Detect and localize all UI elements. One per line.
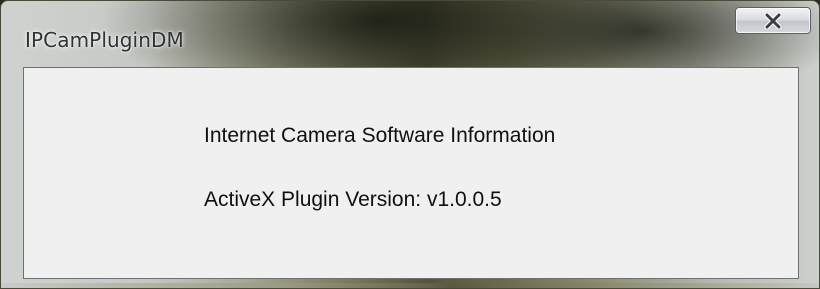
window-title: IPCamPluginDM [25, 28, 184, 52]
plugin-version-text: ActiveX Plugin Version: v1.0.0.5 [204, 188, 502, 211]
close-button[interactable] [735, 7, 811, 34]
dialog-content: Internet Camera Software Information Act… [23, 67, 799, 279]
dialog-window: IPCamPluginDM Internet Camera Software I… [0, 0, 820, 289]
close-icon [763, 12, 783, 29]
window-bottom-border [1, 283, 819, 288]
title-bar[interactable]: IPCamPluginDM [1, 1, 819, 65]
software-info-heading: Internet Camera Software Information [204, 124, 556, 147]
